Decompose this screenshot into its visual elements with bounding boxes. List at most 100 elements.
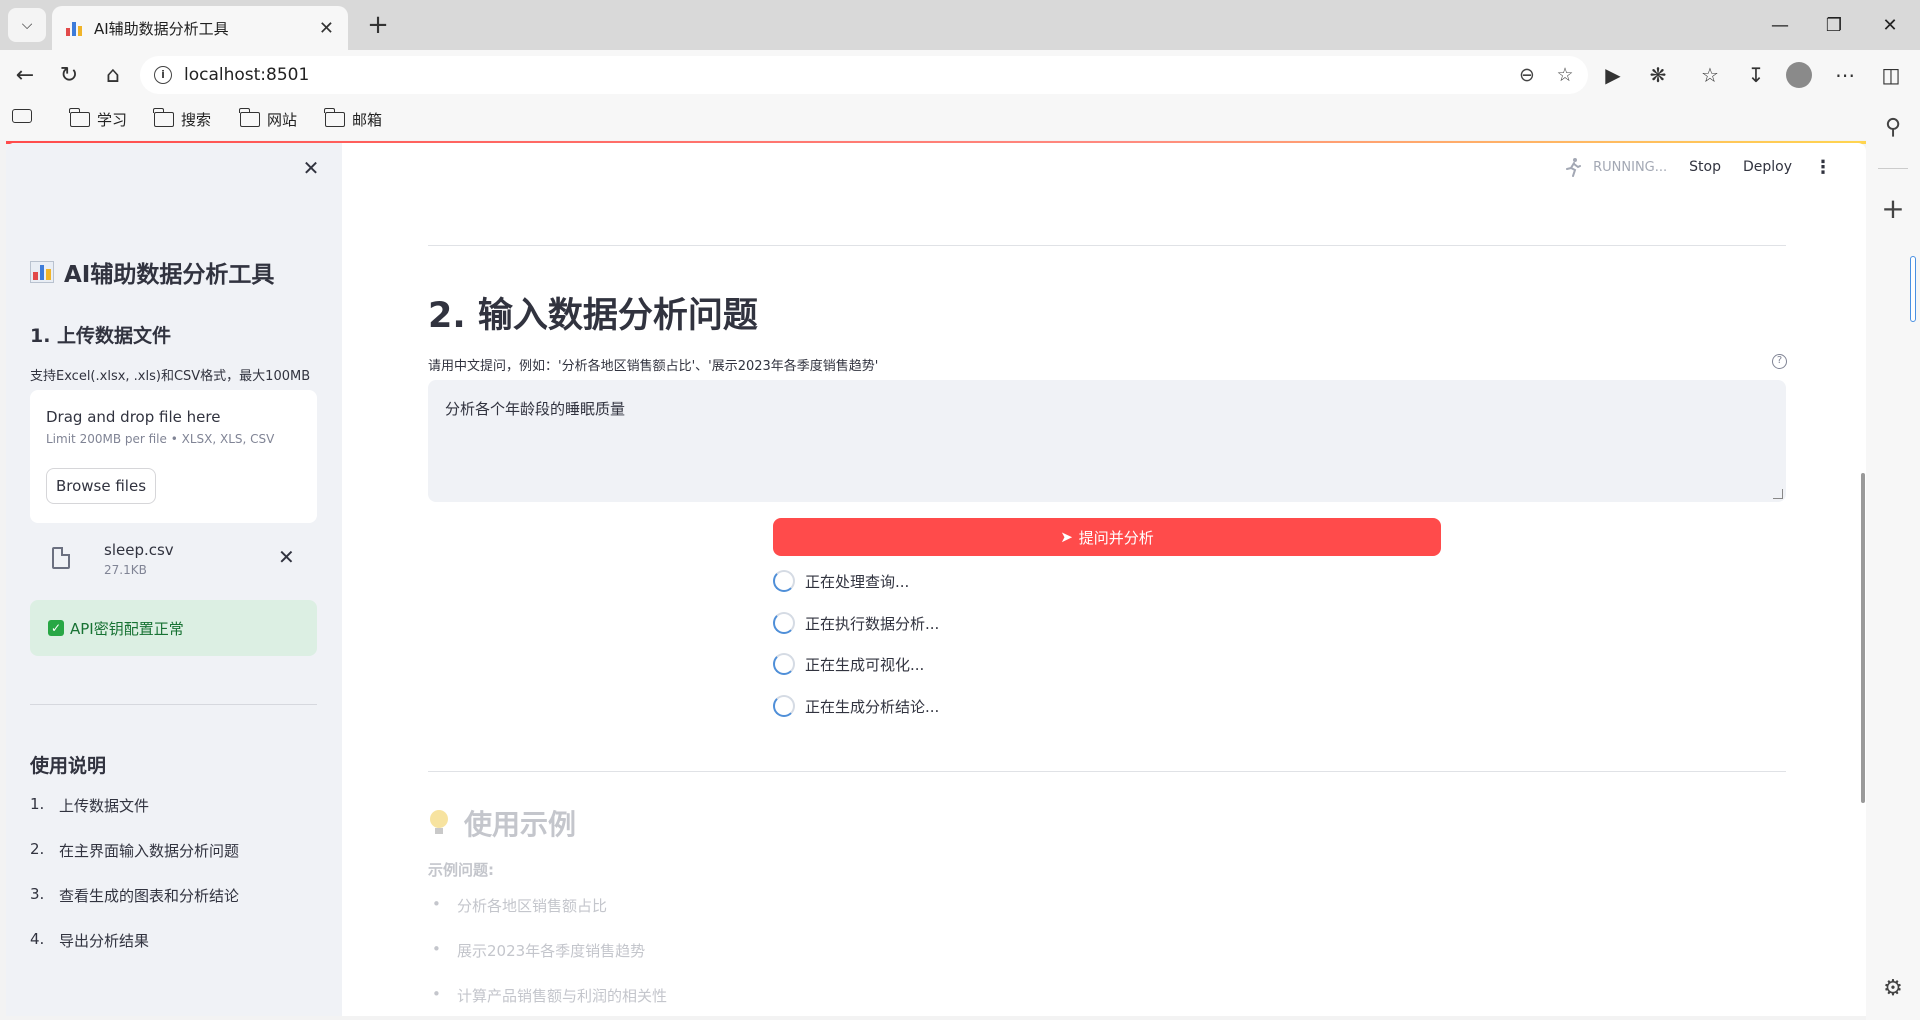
main-scrollbar-thumb[interactable]: [1861, 473, 1865, 803]
checkmark-icon: ✓: [48, 620, 64, 636]
app-status-bar: RUNNING... Stop Deploy ⋮: [1563, 149, 1832, 185]
address-bar[interactable]: i localhost:8501 ⊖ ☆: [140, 56, 1588, 94]
folder-icon: [239, 108, 260, 127]
settings-gear-icon[interactable]: ⚙: [1866, 968, 1920, 1008]
folder-icon: [153, 108, 174, 127]
page-scrollbar-thumb[interactable]: [1910, 256, 1916, 322]
file-dropzone[interactable]: Drag and drop file here Limit 200MB per …: [30, 390, 317, 523]
examples-list: • 分析各地区销售额占比 • 展示2023年各季度销售趋势 • 计算产品销售额与利润的…: [428, 895, 667, 1016]
dropzone-limit: Limit 200MB per file • XLSX, XLS, CSV: [46, 432, 275, 446]
list-item: • 计算产品销售额与利润的相关性: [432, 985, 668, 1005]
spinner-status: 正在生成分析结论...: [773, 695, 939, 717]
window-close-icon[interactable]: ✕: [1862, 0, 1918, 50]
list-item: 2. 在主界面输入数据分析问题: [30, 840, 240, 860]
dropzone-title: Drag and drop file here: [46, 408, 221, 426]
upload-help-text: 支持Excel(.xlsx, .xls)和CSV格式，最大100MB: [30, 369, 311, 384]
list-item: 1. 上传数据文件: [30, 795, 150, 815]
reload-icon[interactable]: ↻: [52, 58, 86, 92]
bookmark-folder[interactable]: 网站: [239, 108, 297, 130]
tab-list-button[interactable]: ⌵: [8, 8, 46, 42]
main-content: RUNNING... Stop Deploy ⋮ 2. 输入数据分析问题 请用中…: [342, 143, 1866, 1016]
file-name: sleep.csv: [104, 541, 174, 559]
rocket-icon: ➤: [1060, 528, 1073, 546]
remove-file-icon[interactable]: ✕: [278, 545, 295, 569]
examples-heading: 使用示例: [428, 803, 576, 843]
browser-toolbar: ← ↻ ⌂ i localhost:8501 ⊖ ☆ ▶ ❋ ☆ ↧ ⋯ ◫: [0, 50, 1920, 100]
sidebar-title: AI辅助数据分析工具: [30, 255, 274, 289]
restore-icon[interactable]: ❐: [1806, 0, 1862, 50]
bookmarks-bar: 学习 搜索 网站 邮箱: [0, 100, 1920, 140]
lightbulb-icon: [428, 810, 450, 836]
spinner-icon: [773, 612, 795, 634]
folder-icon: [69, 108, 90, 127]
file-size: 27.1KB: [104, 563, 147, 577]
spinner-icon: [773, 570, 795, 592]
spinner-status: 正在执行数据分析...: [773, 612, 939, 634]
play-icon[interactable]: ▶: [1596, 58, 1630, 92]
profile-avatar-icon[interactable]: [1782, 58, 1816, 92]
examples-label: 示例问题:: [428, 861, 494, 879]
stop-button[interactable]: Stop: [1689, 159, 1721, 175]
list-item: 3. 查看生成的图表和分析结论: [30, 885, 240, 905]
list-item: 4. 导出分析结果: [30, 930, 150, 950]
new-tab-button[interactable]: +: [362, 10, 394, 42]
browser-tabstrip: ⌵ AI辅助数据分析工具 ✕ + — ❐ ✕: [0, 0, 1920, 50]
instructions-heading: 使用说明: [30, 755, 107, 777]
back-icon[interactable]: ←: [8, 58, 42, 92]
list-item: • 展示2023年各季度销售趋势: [432, 940, 646, 960]
running-man-icon: [1563, 157, 1583, 177]
add-icon[interactable]: +: [1866, 188, 1920, 228]
spinner-status: 正在处理查询...: [773, 570, 909, 592]
downloads-icon[interactable]: ↧: [1739, 58, 1773, 92]
chevron-down-icon: ⌵: [21, 17, 33, 33]
sidebar-divider: [30, 704, 317, 705]
browse-files-button[interactable]: Browse files: [46, 468, 156, 504]
app-sidebar: ✕ AI辅助数据分析工具 1. 上传数据文件 支持Excel(.xlsx, .x…: [6, 143, 342, 1016]
minimize-icon[interactable]: —: [1752, 0, 1808, 50]
file-icon: [52, 547, 70, 569]
zoom-out-icon[interactable]: ⊖: [1512, 60, 1542, 90]
browser-tab-active[interactable]: AI辅助数据分析工具 ✕: [52, 6, 348, 50]
bookmark-folder[interactable]: 搜索: [153, 108, 211, 130]
question-label: 请用中文提问，例如：'分析各地区销售额占比'、'展示2023年各季度销售趋势': [428, 359, 879, 374]
deploy-button[interactable]: Deploy: [1743, 159, 1792, 175]
bookmark-folder[interactable]: 学习: [69, 108, 127, 130]
home-icon[interactable]: ⌂: [96, 58, 130, 92]
bookmark-folder[interactable]: 邮箱: [324, 108, 382, 130]
favorites-icon[interactable]: ☆: [1693, 58, 1727, 92]
favorite-star-icon[interactable]: ☆: [1550, 60, 1580, 90]
browser-edge-sidebar: ⚲ + ⚙: [1866, 100, 1920, 1020]
sidebar-toggle-icon[interactable]: ◫: [1874, 58, 1908, 92]
question-textarea[interactable]: 分析各个年龄段的睡眠质量: [428, 380, 1786, 502]
bar-chart-icon: [30, 261, 54, 283]
tab-title: AI辅助数据分析工具: [94, 19, 229, 38]
streamlit-app: ✕ AI辅助数据分析工具 1. 上传数据文件 支持Excel(.xlsx, .x…: [6, 143, 1866, 1016]
section-divider: [428, 771, 1786, 772]
close-tab-icon[interactable]: ✕: [319, 18, 334, 39]
section-title: 2. 输入数据分析问题: [428, 296, 758, 336]
list-item: • 分析各地区销售额占比: [432, 895, 608, 915]
bar-chart-favicon-icon: [66, 20, 82, 36]
instructions-list: 1. 上传数据文件 2. 在主界面输入数据分析问题 3. 查看生成的图表和分析结论 4…: [30, 795, 239, 975]
extensions-icon[interactable]: ❋: [1641, 58, 1675, 92]
upload-heading: 1. 上传数据文件: [30, 325, 172, 347]
submit-analyze-button[interactable]: ➤ 提问并分析: [773, 518, 1441, 556]
resize-handle-icon[interactable]: [1773, 489, 1783, 499]
section-divider: [428, 245, 1786, 246]
api-status-alert: ✓ API密钥配置正常: [30, 600, 317, 656]
more-options-icon[interactable]: ⋯: [1828, 58, 1862, 92]
search-icon[interactable]: ⚲: [1866, 107, 1920, 147]
spinner-icon: [773, 653, 795, 675]
close-sidebar-icon[interactable]: ✕: [298, 155, 324, 181]
spinner-status: 正在生成可视化...: [773, 653, 924, 675]
spinner-icon: [773, 695, 795, 717]
url-text: localhost:8501: [184, 65, 310, 85]
running-status-text: RUNNING...: [1593, 159, 1668, 175]
site-info-icon[interactable]: i: [154, 66, 172, 84]
bookmarks-collection-icon[interactable]: [12, 109, 32, 123]
uploaded-file-row: sleep.csv 27.1KB ✕: [30, 535, 317, 587]
divider: [1878, 168, 1908, 169]
folder-icon: [324, 108, 345, 127]
main-menu-icon[interactable]: ⋮: [1814, 157, 1832, 178]
help-tooltip-icon[interactable]: ?: [1772, 354, 1787, 369]
